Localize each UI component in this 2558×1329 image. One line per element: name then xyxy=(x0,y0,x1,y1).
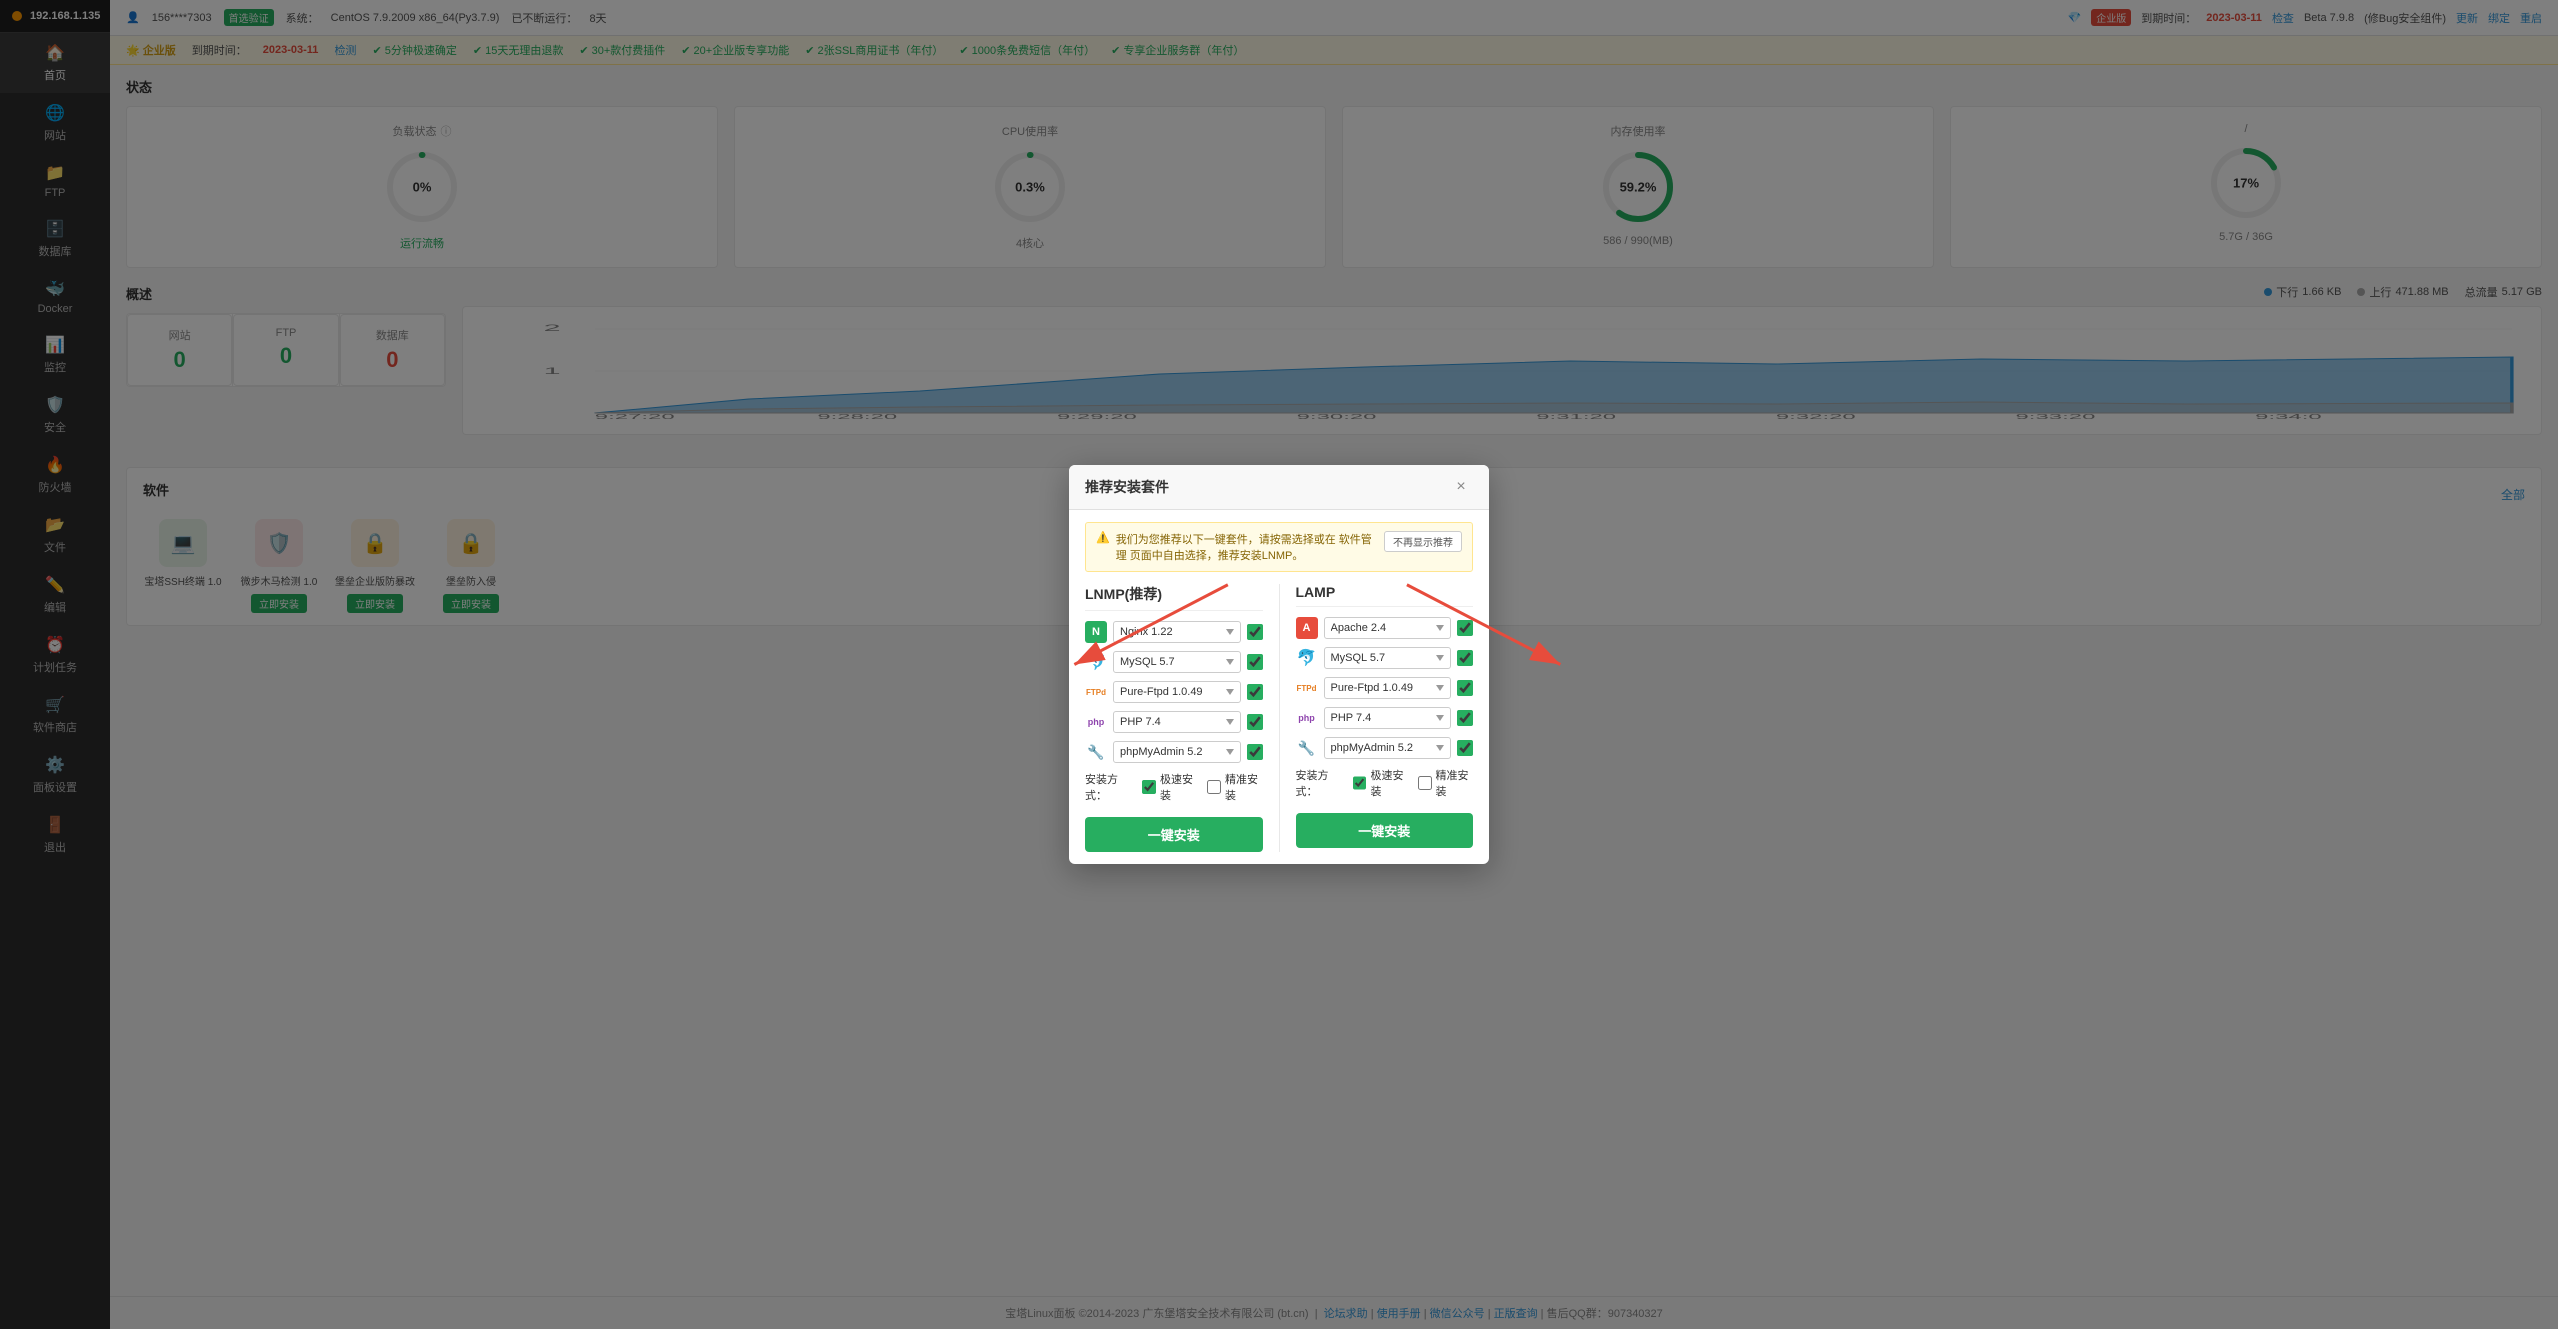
modal-columns: LNMP(推荐) N Nginx 1.22 🐬 MySQL 5.7 xyxy=(1085,584,1473,852)
modal-body: ⚠️ 我们为您推荐以下一键套件，请按需选择或在 软件管理 页面中自由选择，推荐安… xyxy=(1069,510,1489,864)
lamp-precise-label[interactable]: 精准安装 xyxy=(1418,767,1473,799)
lnmp-fast-label[interactable]: 极速安装 xyxy=(1142,771,1197,803)
modal-overlay: 推荐安装套件 × ⚠️ 我们为您推荐以下一键套件，请按需选择或在 软件管理 页面… xyxy=(0,0,2558,1329)
phpmyadmin-icon-lamp: 🔧 xyxy=(1296,737,1318,759)
lnmp-column: LNMP(推荐) N Nginx 1.22 🐬 MySQL 5.7 xyxy=(1085,584,1263,852)
lamp-install-button[interactable]: 一键安装 xyxy=(1296,813,1474,848)
ftp-icon-lamp: FTPd xyxy=(1296,677,1318,699)
mysql-icon-lnmp: 🐬 xyxy=(1085,651,1107,673)
lamp-apache-select[interactable]: Apache 2.4 xyxy=(1324,617,1452,639)
lamp-ftp-check[interactable] xyxy=(1457,680,1473,696)
lnmp-ftp-field: FTPd Pure-Ftpd 1.0.49 xyxy=(1085,681,1263,703)
lnmp-phpmyadmin-select[interactable]: phpMyAdmin 5.2 xyxy=(1113,741,1241,763)
mysql-icon-lamp: 🐬 xyxy=(1296,647,1318,669)
lnmp-mysql-field: 🐬 MySQL 5.7 xyxy=(1085,651,1263,673)
modal-notice: ⚠️ 我们为您推荐以下一键套件，请按需选择或在 软件管理 页面中自由选择，推荐安… xyxy=(1085,522,1473,572)
modal-close-button[interactable]: × xyxy=(1449,475,1473,499)
modal-header: 推荐安装套件 × xyxy=(1069,465,1489,510)
lnmp-nginx-field: N Nginx 1.22 xyxy=(1085,621,1263,643)
lnmp-php-select[interactable]: PHP 7.4 xyxy=(1113,711,1241,733)
lnmp-mysql-select[interactable]: MySQL 5.7 xyxy=(1113,651,1241,673)
lnmp-title: LNMP(推荐) xyxy=(1085,584,1263,611)
lnmp-phpmyadmin-field: 🔧 phpMyAdmin 5.2 xyxy=(1085,741,1263,763)
lamp-apache-field: A Apache 2.4 xyxy=(1296,617,1474,639)
lnmp-method-label: 安装方式： xyxy=(1085,771,1132,803)
lnmp-nginx-check[interactable] xyxy=(1247,624,1263,640)
lamp-apache-check[interactable] xyxy=(1457,620,1473,636)
lnmp-phpmyadmin-check[interactable] xyxy=(1247,744,1263,760)
ftp-icon-lnmp: FTPd xyxy=(1085,681,1107,703)
lamp-phpmyadmin-check[interactable] xyxy=(1457,740,1473,756)
lamp-precise-check[interactable] xyxy=(1418,775,1432,791)
nginx-icon: N xyxy=(1085,621,1107,643)
apache-icon: A xyxy=(1296,617,1318,639)
phpmyadmin-icon-lnmp: 🔧 xyxy=(1085,741,1107,763)
lamp-install-method: 安装方式： 极速安装 精准安装 xyxy=(1296,767,1474,799)
lamp-phpmyadmin-field: 🔧 phpMyAdmin 5.2 xyxy=(1296,737,1474,759)
lnmp-precise-label[interactable]: 精准安装 xyxy=(1207,771,1262,803)
lnmp-install-button[interactable]: 一键安装 xyxy=(1085,817,1263,852)
lamp-phpmyadmin-select[interactable]: phpMyAdmin 5.2 xyxy=(1324,737,1452,759)
lamp-title: LAMP xyxy=(1296,584,1474,607)
lamp-mysql-field: 🐬 MySQL 5.7 xyxy=(1296,647,1474,669)
lamp-php-field: php PHP 7.4 xyxy=(1296,707,1474,729)
lnmp-ftp-check[interactable] xyxy=(1247,684,1263,700)
php-icon-lamp: php xyxy=(1296,707,1318,729)
modal: 推荐安装套件 × ⚠️ 我们为您推荐以下一键套件，请按需选择或在 软件管理 页面… xyxy=(1069,465,1489,864)
lnmp-install-method: 安装方式： 极速安装 精准安装 xyxy=(1085,771,1263,803)
lamp-fast-label[interactable]: 极速安装 xyxy=(1353,767,1408,799)
column-divider xyxy=(1279,584,1280,852)
php-icon-lnmp: php xyxy=(1085,711,1107,733)
lamp-ftp-field: FTPd Pure-Ftpd 1.0.49 xyxy=(1296,677,1474,699)
modal-title: 推荐安装套件 xyxy=(1085,477,1169,497)
lnmp-mysql-check[interactable] xyxy=(1247,654,1263,670)
lamp-mysql-check[interactable] xyxy=(1457,650,1473,666)
modal-notice-text: 我们为您推荐以下一键套件，请按需选择或在 软件管理 页面中自由选择，推荐安装LN… xyxy=(1116,531,1378,563)
lamp-method-label: 安装方式： xyxy=(1296,767,1343,799)
lnmp-nginx-select[interactable]: Nginx 1.22 xyxy=(1113,621,1241,643)
no-show-button[interactable]: 不再显示推荐 xyxy=(1384,531,1462,552)
lamp-fast-check[interactable] xyxy=(1353,775,1367,791)
lnmp-php-check[interactable] xyxy=(1247,714,1263,730)
lnmp-ftp-select[interactable]: Pure-Ftpd 1.0.49 xyxy=(1113,681,1241,703)
lamp-php-check[interactable] xyxy=(1457,710,1473,726)
lamp-php-select[interactable]: PHP 7.4 xyxy=(1324,707,1452,729)
lnmp-precise-check[interactable] xyxy=(1207,779,1221,795)
lnmp-php-field: php PHP 7.4 xyxy=(1085,711,1263,733)
lnmp-fast-check[interactable] xyxy=(1142,779,1156,795)
lamp-mysql-select[interactable]: MySQL 5.7 xyxy=(1324,647,1452,669)
warning-icon: ⚠️ xyxy=(1096,531,1110,544)
lamp-column: LAMP A Apache 2.4 🐬 MySQL 5.7 xyxy=(1296,584,1474,852)
lamp-ftp-select[interactable]: Pure-Ftpd 1.0.49 xyxy=(1324,677,1452,699)
